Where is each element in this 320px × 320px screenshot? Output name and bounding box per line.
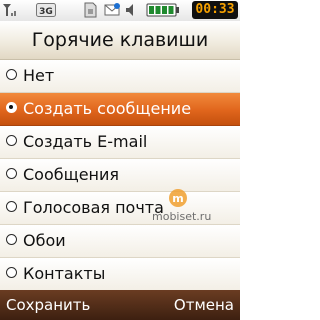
menu-item-label: Создать E-mail xyxy=(23,132,148,151)
page-title: Горячие клавиши xyxy=(0,21,240,60)
hotkey-menu: Нет Создать сообщение Создать E-mail Соо… xyxy=(0,60,240,291)
menu-item-label: Обои xyxy=(23,231,66,250)
radio-button-icon xyxy=(6,69,17,80)
3g-icon: 3G xyxy=(36,2,56,18)
menu-item-create-message[interactable]: Создать сообщение xyxy=(0,93,240,126)
menu-item-label: Создать сообщение xyxy=(23,99,192,118)
radio-button-icon xyxy=(6,234,17,245)
radio-button-selected-icon xyxy=(6,102,17,113)
clock: 00:33 xyxy=(192,1,238,19)
message-icon xyxy=(104,2,120,18)
menu-item-voicemail[interactable]: Голосовая почта xyxy=(0,192,240,225)
menu-item-contacts[interactable]: Контакты xyxy=(0,258,240,291)
radio-button-icon xyxy=(6,267,17,278)
radio-button-icon xyxy=(6,168,17,179)
menu-item-none[interactable]: Нет xyxy=(0,60,240,93)
radio-button-icon xyxy=(6,135,17,146)
svg-text:3G: 3G xyxy=(39,7,53,17)
signal-strength-icon xyxy=(2,2,20,18)
cancel-softkey[interactable]: Отмена xyxy=(174,290,234,320)
menu-item-messages[interactable]: Сообщения xyxy=(0,159,240,192)
radio-button-icon xyxy=(6,201,17,212)
menu-item-create-email[interactable]: Создать E-mail xyxy=(0,126,240,159)
save-softkey[interactable]: Сохранить xyxy=(6,290,90,320)
battery-icon xyxy=(146,2,180,18)
menu-item-label: Контакты xyxy=(23,264,106,283)
status-bar: 3G 00:33 xyxy=(0,0,240,22)
menu-item-label: Нет xyxy=(23,66,55,85)
sim-card-icon xyxy=(82,2,98,18)
menu-item-label: Голосовая почта xyxy=(23,198,164,217)
volume-icon xyxy=(124,2,138,18)
menu-item-wallpaper[interactable]: Обои xyxy=(0,225,240,258)
softkey-bar: Сохранить Отмена xyxy=(0,290,240,320)
menu-item-label: Сообщения xyxy=(23,165,120,184)
